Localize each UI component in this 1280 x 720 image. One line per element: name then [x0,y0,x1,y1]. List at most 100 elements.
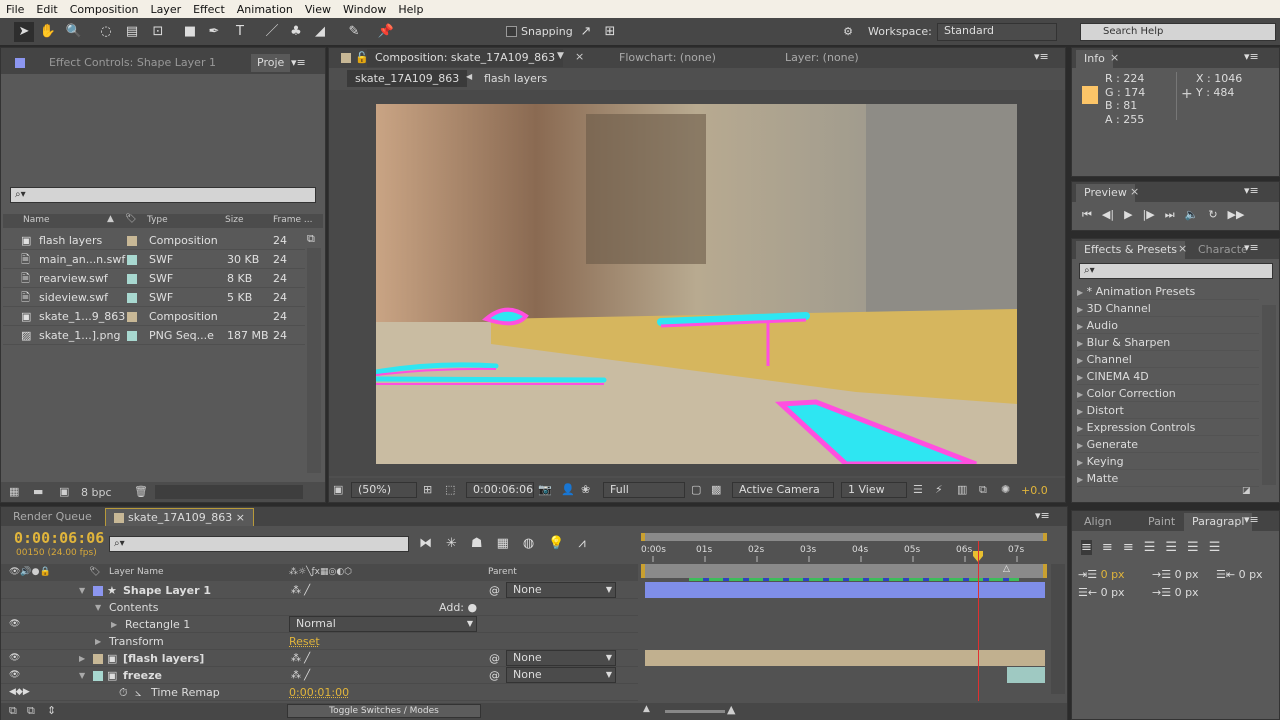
safe-zones-icon[interactable]: ⊞ [423,483,432,496]
bit-depth[interactable]: 8 bpc [81,486,112,499]
label-swatch[interactable] [93,654,103,664]
layer-switches[interactable]: ⁂ ╱ [291,650,310,667]
effect-category[interactable]: ▶ Matte [1077,470,1259,487]
timeline-search-input[interactable]: ⌕▾ [109,536,409,552]
panel-menu-icon[interactable]: ▾≡ [1035,509,1050,522]
new-bin-icon[interactable]: ◪ [1242,486,1251,496]
breadcrumb-comp[interactable]: skate_17A109_863 [347,70,468,87]
last-frame-icon[interactable]: ⏭ [1165,208,1175,222]
expand-arrow-icon[interactable]: ▶ [1077,407,1083,416]
menu-file[interactable]: File [0,3,30,16]
close-tab-icon[interactable]: × [1178,242,1187,255]
property-value[interactable]: Reset [289,633,320,650]
workspace-settings-icon[interactable]: ⚙ [838,22,858,42]
previous-frame-icon[interactable]: ◀| [1102,208,1114,222]
playhead[interactable] [978,541,979,701]
zoom-tool-icon[interactable]: 🔍 [64,22,84,42]
exposure-value[interactable]: +0.0 [1021,484,1048,497]
layer-bar-shape-layer-1[interactable] [645,582,1045,598]
menu-view[interactable]: View [299,3,337,16]
tab-align[interactable]: Align [1076,513,1120,531]
eye-icon[interactable]: 👁 [9,650,20,667]
marker-icon[interactable]: △ [1003,564,1010,574]
expand-arrow-icon[interactable]: ▶ [1077,339,1083,348]
expand-arrow-icon[interactable]: ▶ [111,616,117,633]
hide-shy-layers-icon[interactable]: ☗ [471,536,483,551]
menu-composition[interactable]: Composition [64,3,145,16]
expand-arrow-icon[interactable]: ▼ [95,599,101,616]
label-swatch[interactable] [93,671,103,681]
comp-dropdown-icon[interactable]: ▼ [557,51,564,61]
play-icon[interactable]: ▶ [1124,208,1132,222]
composition-mini-flowchart-icon[interactable]: ⧓ [419,536,432,551]
space-before-field[interactable]: ☰← 0 px [1078,586,1125,599]
effect-category[interactable]: ▶ Keying [1077,453,1259,470]
layer-row[interactable]: 👁 ▼ ▣ freeze ⁂ ╱ @ None ▼ [1,667,638,684]
snap-grid-icon[interactable]: ⊞ [600,22,620,42]
layer-switches[interactable]: ⁂ ╱ [291,582,310,599]
col-type[interactable]: Type [147,215,168,225]
effect-category[interactable]: ▶ CINEMA 4D [1077,368,1259,385]
expand-arrow-icon[interactable]: ▶ [79,650,85,667]
layer-row[interactable]: ◀◆▶ ⏱ ⦣ Time Remap 0:00:01:00 [1,684,638,701]
view-layout-dropdown[interactable]: 1 View [841,482,907,498]
panel-menu-icon[interactable]: ▾≡ [291,56,306,69]
always-preview-icon[interactable]: ▣ [333,483,343,496]
effect-category[interactable]: ▶ Blur & Sharpen [1077,334,1259,351]
zoom-in-icon[interactable]: ▲ [727,703,735,716]
label-swatch[interactable] [127,293,137,303]
menu-effect[interactable]: Effect [187,3,231,16]
effect-category[interactable]: ▶ Expression Controls [1077,419,1259,436]
fast-previews-icon[interactable]: ⚡ [935,483,943,496]
pen-tool-icon[interactable]: ✒ [204,22,224,42]
puppet-pin-tool-icon[interactable]: 📌 [376,22,396,42]
horizontal-scrollbar[interactable] [155,485,303,499]
expand-arrow-icon[interactable]: ▶ [1077,424,1083,433]
expand-arrow-icon[interactable]: ▶ [1077,322,1083,331]
pixel-aspect-icon[interactable]: ☰ [913,483,923,496]
expand-arrow-icon[interactable]: ▶ [1077,390,1083,399]
align-left-icon[interactable]: ≡ [1081,540,1092,555]
effect-category[interactable]: ▶ Audio [1077,317,1259,334]
effects-scrollbar[interactable] [1262,305,1276,485]
first-frame-icon[interactable]: ⏮ [1082,208,1092,222]
justify-last-right-icon[interactable]: ☰ [1187,540,1199,555]
expand-arrow-icon[interactable]: ▶ [95,633,101,650]
snapping-checkbox[interactable] [506,26,517,37]
effect-category[interactable]: ▶ Channel [1077,351,1259,368]
snapshot-icon[interactable]: 📷 [538,483,552,496]
camera-tool-icon[interactable]: ▤ [122,22,142,42]
layer-row[interactable]: 👁 ▶ ▣ [flash layers] ⁂ ╱ @ None ▼ [1,650,638,667]
ram-preview-icon[interactable]: ▶▶ [1228,208,1245,222]
brush-tool-icon[interactable]: ／ [262,22,282,42]
rotate-tool-icon[interactable]: ◌ [96,22,116,42]
col-size[interactable]: Size [225,215,243,225]
expand-arrow-icon[interactable]: ▶ [1077,356,1083,365]
toggle-switches-modes-button[interactable]: Toggle Switches / Modes [287,704,481,718]
effects-search-input[interactable]: ⌕▾ [1079,263,1273,279]
frame-blending-icon[interactable]: ▦ [497,536,509,551]
keyframe-navigator-icon[interactable]: ◀◆▶ [9,684,30,701]
effect-category[interactable]: ▶ * Animation Presets [1077,283,1259,300]
pick-whip-icon[interactable]: @ [489,582,500,599]
tab-composition[interactable]: Composition: skate_17A109_863 [367,49,564,67]
selection-tool-icon[interactable]: ➤ [14,22,34,42]
flowchart-icon[interactable]: ⧉ [979,483,987,497]
tab-effect-controls[interactable]: Effect Controls: Shape Layer 1 [41,54,246,72]
tab-preview[interactable]: Preview [1076,184,1135,202]
indent-left-field[interactable]: ⇥☰ 0 px [1078,568,1125,581]
expand-arrow-icon[interactable]: ▶ [1077,441,1083,450]
show-snapshot-icon[interactable]: 👤 [561,483,575,496]
time-navigator[interactable] [641,533,1047,541]
parent-dropdown[interactable]: None ▼ [506,582,616,598]
blend-mode-dropdown[interactable]: Normal ▼ [289,616,477,632]
timeline-scrollbar[interactable] [1051,564,1065,694]
label-swatch[interactable] [127,255,137,265]
new-folder-icon[interactable]: ▬ [33,485,43,498]
tab-timeline-comp[interactable]: skate_17A109_863 × [105,508,254,526]
project-item[interactable]: ▣ flash layers Composition 24 [3,231,305,250]
menu-edit[interactable]: Edit [30,3,63,16]
brainstorm-icon[interactable]: 💡 [548,536,564,551]
eraser-tool-icon[interactable]: ◢ [310,22,330,42]
close-tab-icon[interactable]: × [1110,51,1119,64]
